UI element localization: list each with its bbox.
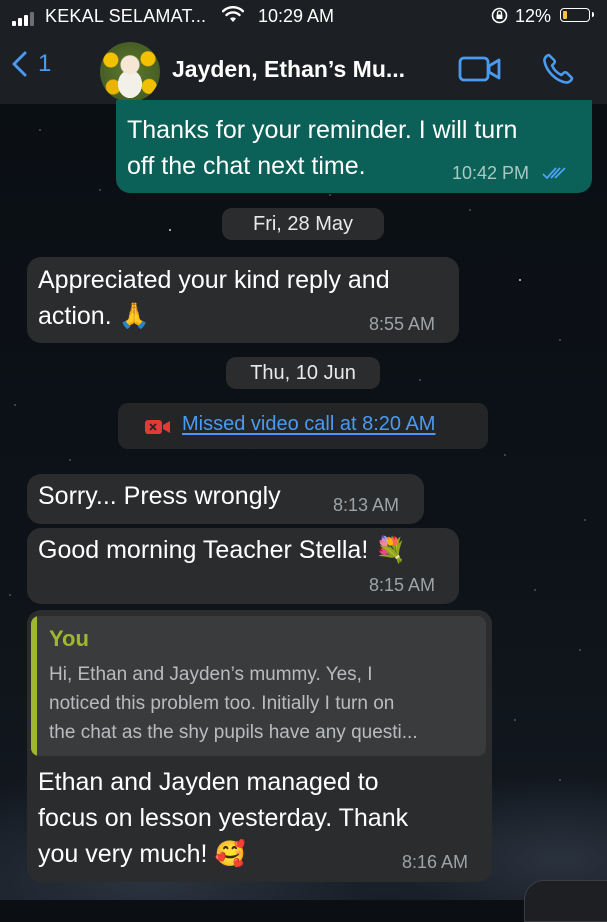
chat-header: KEKAL SELAMAT... 10:29 AM 12% 1 Jayden, … (0, 0, 607, 104)
quote-text: Hi, Ethan and Jayden’s mummy. Yes, I not… (49, 664, 418, 743)
message-text: Appreciated your kind reply and action. … (38, 266, 390, 330)
quote-author: You (49, 626, 89, 651)
read-receipt-icon (542, 167, 566, 180)
scroll-to-bottom-button[interactable] (524, 880, 607, 922)
quoted-message[interactable]: You Hi, Ethan and Jayden’s mummy. Yes, I… (31, 616, 486, 756)
clock: 10:29 AM (258, 6, 335, 26)
date-separator: Thu, 10 Jun (226, 357, 380, 389)
message-incoming[interactable]: Sorry... Press wrongly 8:13 AM (27, 474, 424, 524)
message-time: 10:42 PM (452, 163, 530, 183)
date-label: Fri, 28 May (252, 212, 354, 235)
missed-call-notice[interactable]: Missed video call at 8:20 AM (118, 403, 488, 449)
rotation-lock-icon (491, 7, 508, 24)
message-time: 8:13 AM (333, 495, 400, 515)
missed-call-link[interactable]: Missed video call at 8:20 AM (182, 413, 435, 436)
video-call-icon[interactable] (458, 54, 502, 84)
status-bar: KEKAL SELAMAT... 10:29 AM 12% (0, 0, 607, 34)
message-time: 8:16 AM (402, 852, 469, 872)
nav-row: 1 Jayden, Ethan’s Mu... (0, 36, 607, 102)
carrier-name: KEKAL SELAMAT... (45, 6, 207, 26)
date-separator: Fri, 28 May (222, 208, 384, 240)
wifi-icon (222, 6, 244, 22)
phone-icon[interactable] (540, 51, 576, 87)
battery-level (562, 10, 567, 19)
message-text: Ethan and Jayden managed to focus on les… (38, 768, 409, 868)
avatar[interactable] (100, 42, 160, 102)
date-label: Thu, 10 Jun (250, 361, 356, 384)
chat-title[interactable]: Jayden, Ethan’s Mu... (172, 56, 405, 83)
signal-icon (12, 12, 34, 26)
missed-video-call-icon (145, 420, 170, 434)
message-text: Good morning Teacher Stella! 💐 (38, 536, 407, 564)
message-incoming[interactable]: Appreciated your kind reply and action. … (27, 257, 459, 343)
message-text: Sorry... Press wrongly (38, 482, 281, 510)
message-outgoing[interactable]: Thanks for your reminder. I will turn of… (116, 100, 592, 193)
battery-icon (560, 8, 594, 22)
quote-accent-bar (31, 616, 37, 756)
message-incoming[interactable]: Good morning Teacher Stella! 💐 8:15 AM (27, 528, 459, 604)
back-chevron-icon (12, 51, 27, 77)
battery-percent: 12% (515, 6, 552, 26)
message-time: 8:15 AM (369, 575, 436, 595)
unread-count: 1 (38, 50, 52, 77)
back-button[interactable]: 1 (10, 50, 51, 78)
message-time: 8:55 AM (369, 314, 436, 334)
